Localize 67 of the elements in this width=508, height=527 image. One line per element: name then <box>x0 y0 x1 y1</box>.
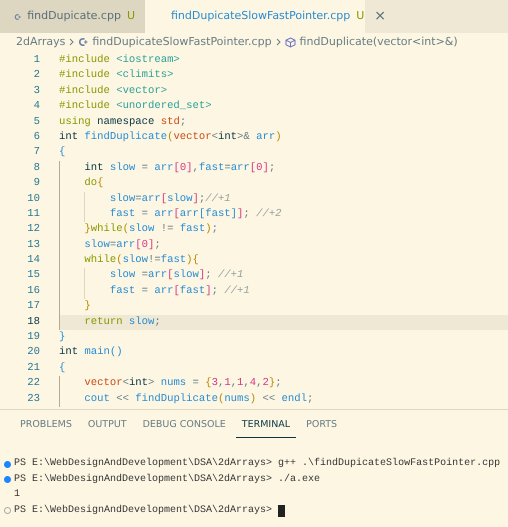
breadcrumb-item[interactable]: 2dArrays <box>16 34 66 50</box>
code-line: slow=arr[0]; <box>59 238 508 254</box>
line-number: 12 <box>26 222 40 238</box>
terminal-line: PS E:\WebDesignAndDevelopment\DSA\2dArrays> ./a.exe <box>14 472 320 487</box>
line-number: 6 <box>32 130 40 145</box>
status-dot <box>4 476 11 483</box>
code-line: cout << findDuplicate(nums) << endl; <box>59 392 508 407</box>
code-line: { <box>59 145 66 160</box>
line-number: 22 <box>26 376 40 392</box>
code-line: #include <iostream> <box>59 53 181 68</box>
code-line: fast = arr[fast]; //+1 <box>59 284 508 300</box>
code-line: int slow = arr[0],fast=arr[0]; <box>59 160 508 176</box>
terminal-line: 1 <box>14 488 20 502</box>
code-line: }while(slow != fast); <box>59 222 508 238</box>
code-line: slow =arr[slow]; //+1 <box>59 268 508 284</box>
line-number: 18 <box>26 314 40 330</box>
code-line: { <box>59 360 66 376</box>
breadcrumb-item[interactable]: findDupicateSlowFastPointer.cpp <box>92 34 272 50</box>
panel-tab[interactable]: DEBUG CONSOLE <box>136 415 232 438</box>
code-line: do{ <box>59 176 508 192</box>
cursor <box>278 504 286 516</box>
code-line: #include <vector> <box>59 84 168 99</box>
code-line: int main() <box>59 345 124 360</box>
code-line: #include <unordered_set> <box>59 99 213 114</box>
line-number: 17 <box>26 299 40 314</box>
code-line: using namespace std; <box>59 114 188 130</box>
editor-tab[interactable]: findDupicate.cpp U <box>0 0 145 33</box>
line-number: 4 <box>32 99 40 114</box>
code-line: vector<int> nums = {3,1,1,4,2}; <box>59 376 508 392</box>
line-number: 7 <box>32 145 40 160</box>
code-line: } <box>59 330 66 346</box>
line-number: 23 <box>26 392 40 407</box>
terminal-line: PS E:\WebDesignAndDevelopment\DSA\2dArrays> <box>14 504 272 518</box>
line-number: 20 <box>26 345 40 360</box>
line-number: 10 <box>26 192 40 207</box>
code-line: slow=arr[slow];//+1 <box>59 192 508 207</box>
chevron-icon <box>276 38 281 46</box>
code-line: fast = arr[arr[fast]]; //+2 <box>59 206 508 222</box>
close-icon[interactable]: × <box>374 6 386 27</box>
cube-icon <box>284 36 296 48</box>
line-number: 1 <box>32 53 40 68</box>
status-dot <box>4 507 11 514</box>
terminal-line: PS E:\WebDesignAndDevelopment\DSA\2dArrays> g++ .\findDupicateSlowFastPointer.cpp <box>14 456 500 472</box>
line-number: 9 <box>32 176 40 192</box>
line-number: 21 <box>26 360 40 376</box>
line-number: 11 <box>26 206 40 222</box>
panel-tab[interactable]: PORTS <box>300 415 344 438</box>
code-line: #include <climits> <box>59 68 174 84</box>
panel-tab[interactable]: PROBLEMS <box>14 415 78 438</box>
cpp-file-icon <box>78 37 88 47</box>
chevron-icon <box>69 38 74 46</box>
line-number: 13 <box>26 238 40 253</box>
cpp-file-icon <box>14 12 22 22</box>
line-number: 2 <box>32 68 40 84</box>
code-line: while(slow!=fast){ <box>59 253 508 268</box>
panel-tab[interactable]: TERMINAL <box>236 415 296 438</box>
line-number: 8 <box>32 160 40 176</box>
status-dot <box>4 460 11 468</box>
line-number: 3 <box>32 84 40 99</box>
panel-tab[interactable]: OUTPUT <box>82 415 133 438</box>
line-number: 5 <box>32 114 40 130</box>
line-number: 19 <box>26 330 40 346</box>
line-number: 14 <box>26 253 40 268</box>
breadcrumb-item[interactable]: findDuplicate(vector<int>&) <box>300 34 458 50</box>
line-number: 15 <box>26 268 40 284</box>
line-number: 16 <box>26 284 40 299</box>
code-line: int findDuplicate(vector<int>& arr) <box>59 130 283 145</box>
